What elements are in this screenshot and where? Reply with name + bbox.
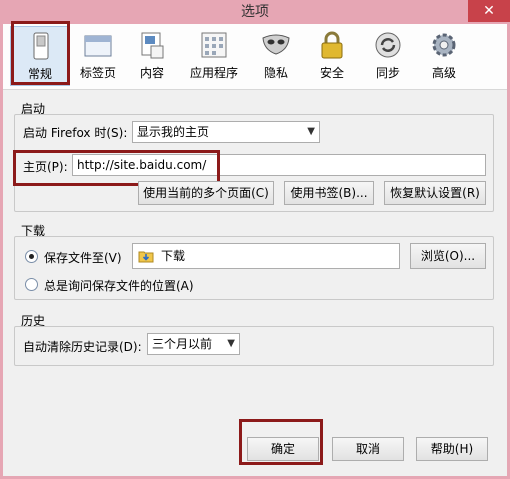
lock-icon [321,31,343,59]
tab-applications[interactable]: 应用程序 [184,26,244,86]
startup-when-select[interactable]: 显示我的主页 ▼ [132,121,320,143]
use-current-pages-button[interactable]: 使用当前的多个页面(C) [138,181,274,205]
chevron-down-icon: ▼ [227,338,235,349]
tab-label: 高级 [431,66,456,80]
mask-icon [262,34,290,55]
download-folder-field[interactable]: 下载 [132,243,400,269]
calendar-icon [201,32,227,58]
save-to-radio[interactable] [25,250,38,263]
sync-icon [375,32,401,58]
clear-history-select[interactable]: 三个月以前 ▼ [147,333,240,355]
folder-download-icon [138,251,154,263]
use-bookmark-button[interactable]: 使用书签(B)... [284,181,374,205]
tab-advanced[interactable]: 高级 [414,26,474,86]
tab-label: 标签页 [79,66,116,80]
window-tabs-icon [84,35,112,57]
chevron-down-icon: ▼ [307,126,315,137]
tab-content[interactable]: 内容 [122,26,182,86]
help-button[interactable]: 帮助(H) [416,437,488,461]
gear-icon [432,33,456,57]
always-ask-radio[interactable] [25,278,38,291]
tab-label: 同步 [375,66,400,80]
clear-history-label: 自动清除历史记录(D): [23,340,142,354]
always-ask-label: 总是询问保存文件的位置(A) [44,279,194,293]
startup-when-value: 显示我的主页 [137,125,210,139]
close-icon: ✕ [483,3,495,19]
highlight-box-ok [239,419,323,465]
startup-when-label: 启动 Firefox 时(S): [23,126,128,140]
page-icon [141,32,164,59]
download-folder-value: 下载 [161,249,186,263]
tab-sync[interactable]: 同步 [358,26,418,86]
window-title: 选项 [241,4,269,20]
clear-history-value: 三个月以前 [152,337,213,351]
tab-label: 隐私 [263,66,288,80]
tab-label: 内容 [139,66,164,80]
tab-label: 应用程序 [189,66,238,80]
close-button[interactable]: ✕ [468,0,510,22]
tab-tabs[interactable]: 标签页 [68,26,128,86]
browse-button[interactable]: 浏览(O)... [410,243,486,269]
save-to-label: 保存文件至(V) [44,251,122,265]
restore-default-button[interactable]: 恢复默认设置(R) [384,181,486,205]
tab-security[interactable]: 安全 [302,26,362,86]
tab-privacy[interactable]: 隐私 [246,26,306,86]
tab-label: 安全 [319,66,344,80]
highlight-box-general [11,21,70,85]
cancel-button[interactable]: 取消 [332,437,404,461]
